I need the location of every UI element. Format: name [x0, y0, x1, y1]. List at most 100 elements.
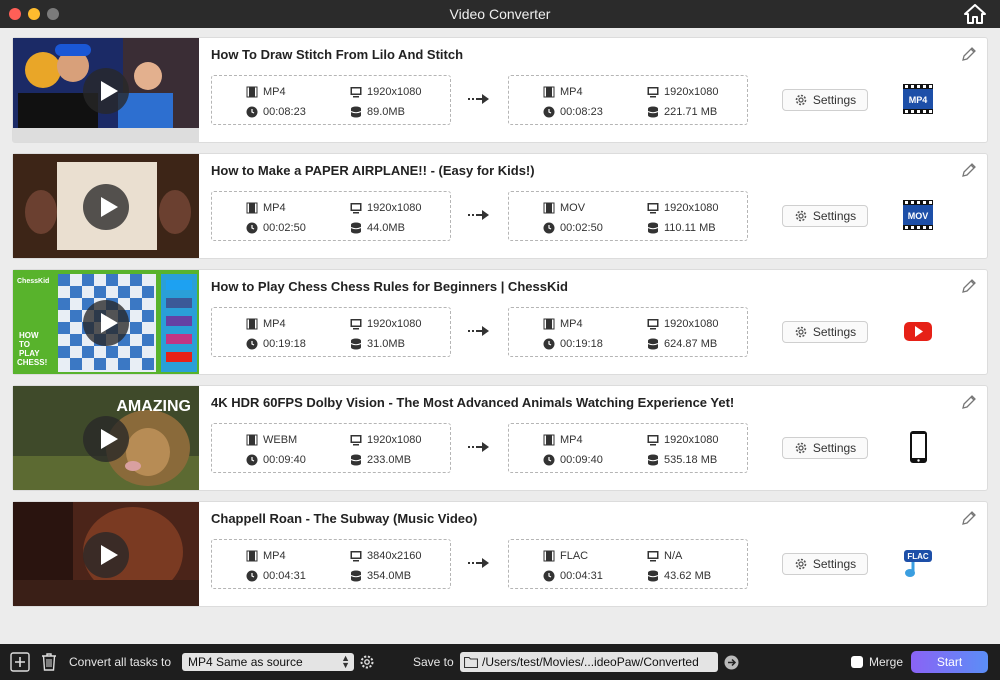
- edit-icon[interactable]: [961, 510, 977, 526]
- start-button[interactable]: Start: [911, 651, 988, 673]
- merge-checkbox[interactable]: [851, 656, 863, 668]
- save-path-field[interactable]: /Users/test/Movies/...ideoPaw/Converted: [460, 652, 718, 672]
- convert-arrow-icon: [468, 94, 489, 104]
- output-info-box[interactable]: MP4 00:09:40 1920x1080 535.18 MB: [508, 423, 748, 473]
- clock-icon: [246, 222, 258, 234]
- source-duration: 00:19:18: [246, 338, 306, 350]
- source-duration: 00:04:31: [246, 570, 306, 582]
- video-thumbnail[interactable]: [13, 502, 199, 606]
- source-resolution: 1920x1080: [350, 86, 421, 98]
- source-info-box: MP4 00:19:18 1920x1080 31.0MB: [211, 307, 451, 357]
- clock-icon: [543, 570, 555, 582]
- video-title: How to Play Chess Chess Rules for Beginn…: [211, 279, 568, 294]
- task-card: How to Make a PAPER AIRPLANE!! - (Easy f…: [12, 153, 988, 259]
- gear-icon[interactable]: [359, 654, 375, 670]
- video-thumbnail[interactable]: [13, 154, 199, 258]
- convert-format-select[interactable]: MP4 Same as source ▲ ▼: [182, 653, 354, 671]
- convert-arrow-icon: [468, 326, 489, 336]
- svg-text:ChessKid: ChessKid: [17, 278, 49, 285]
- phone-icon[interactable]: [901, 430, 935, 464]
- source-size: 233.0MB: [350, 454, 411, 466]
- mp4-format-icon[interactable]: MP4: [901, 82, 935, 116]
- svg-text:MOV: MOV: [908, 211, 929, 221]
- database-icon: [350, 106, 362, 118]
- gear-icon: [795, 558, 807, 570]
- source-format: MP4: [246, 86, 286, 98]
- source-resolution: 1920x1080: [350, 318, 421, 330]
- monitor-icon: [350, 551, 362, 562]
- settings-button[interactable]: Settings: [782, 321, 868, 343]
- save-to-label: Save to: [413, 655, 454, 669]
- output-resolution: 1920x1080: [647, 86, 718, 98]
- bottom-toolbar: Convert all tasks to MP4 Same as source …: [0, 644, 1000, 680]
- settings-button[interactable]: Settings: [782, 553, 868, 575]
- output-size: 535.18 MB: [647, 454, 717, 466]
- title-bar: Video Converter: [0, 0, 1000, 28]
- settings-button[interactable]: Settings: [782, 89, 868, 111]
- database-icon: [647, 106, 659, 118]
- settings-button[interactable]: Settings: [782, 437, 868, 459]
- video-thumbnail[interactable]: AMAZING: [13, 386, 199, 490]
- monitor-icon: [647, 551, 659, 562]
- play-button[interactable]: [83, 416, 129, 462]
- source-format: WEBM: [246, 434, 297, 446]
- database-icon: [350, 570, 362, 582]
- flac-format-icon[interactable]: FLAC: [901, 546, 935, 580]
- mov-format-icon[interactable]: MOV: [901, 198, 935, 232]
- select-arrows-icon: ▲ ▼: [341, 653, 350, 670]
- svg-text:FLAC: FLAC: [907, 552, 929, 561]
- convert-arrow-icon: [468, 210, 489, 220]
- add-file-icon[interactable]: [10, 652, 30, 672]
- video-title: How To Draw Stitch From Lilo And Stitch: [211, 47, 464, 62]
- settings-button[interactable]: Settings: [782, 205, 868, 227]
- video-thumbnail[interactable]: [13, 38, 199, 142]
- source-size: 354.0MB: [350, 570, 411, 582]
- output-duration: 00:09:40: [543, 454, 603, 466]
- output-resolution: 1920x1080: [647, 318, 718, 330]
- output-info-box[interactable]: MOV 00:02:50 1920x1080 110.11 MB: [508, 191, 748, 241]
- source-info-box: WEBM 00:09:40 1920x1080 233.0MB: [211, 423, 451, 473]
- film-icon: [246, 434, 258, 446]
- home-icon[interactable]: [964, 4, 986, 24]
- edit-icon[interactable]: [961, 278, 977, 294]
- output-resolution: N/A: [647, 550, 682, 562]
- convert-all-label: Convert all tasks to: [69, 655, 172, 669]
- task-card: AMAZING 4K HDR 60FPS Dolby Vision - The …: [12, 385, 988, 491]
- clock-icon: [543, 338, 555, 350]
- output-info-box[interactable]: MP4 00:19:18 1920x1080 624.87 MB: [508, 307, 748, 357]
- monitor-icon: [350, 203, 362, 214]
- task-card: Chappell Roan - The Subway (Music Video)…: [12, 501, 988, 607]
- edit-icon[interactable]: [961, 46, 977, 62]
- output-size: 624.87 MB: [647, 338, 717, 350]
- source-size: 89.0MB: [350, 106, 405, 118]
- edit-icon[interactable]: [961, 394, 977, 410]
- edit-icon[interactable]: [961, 162, 977, 178]
- source-format: MP4: [246, 550, 286, 562]
- play-button[interactable]: [83, 68, 129, 114]
- video-thumbnail[interactable]: ChessKid HOW TO PLAY CHESS!: [13, 270, 199, 374]
- source-resolution: 1920x1080: [350, 434, 421, 446]
- source-duration: 00:09:40: [246, 454, 306, 466]
- film-icon: [543, 318, 555, 330]
- output-info-box[interactable]: MP4 00:08:23 1920x1080 221.71 MB: [508, 75, 748, 125]
- arrow-right-circle-icon[interactable]: [724, 655, 739, 670]
- play-button[interactable]: [83, 300, 129, 346]
- output-info-box[interactable]: FLAC 00:04:31 N/A 43.62 MB: [508, 539, 748, 589]
- database-icon: [647, 338, 659, 350]
- play-button[interactable]: [83, 184, 129, 230]
- output-size: 43.62 MB: [647, 570, 711, 582]
- output-format: MOV: [543, 202, 585, 214]
- svg-text:MP4: MP4: [909, 95, 928, 105]
- trash-icon[interactable]: [39, 652, 59, 672]
- film-icon: [543, 86, 555, 98]
- youtube-icon[interactable]: [901, 314, 935, 348]
- monitor-icon: [647, 319, 659, 330]
- video-title: How to Make a PAPER AIRPLANE!! - (Easy f…: [211, 163, 535, 178]
- task-card: ChessKid HOW TO PLAY CHESS! How to Play Che…: [12, 269, 988, 375]
- svg-text:AMAZING: AMAZING: [116, 398, 191, 415]
- output-resolution: 1920x1080: [647, 202, 718, 214]
- play-button[interactable]: [83, 532, 129, 578]
- source-size: 31.0MB: [350, 338, 405, 350]
- source-info-box: MP4 00:02:50 1920x1080 44.0MB: [211, 191, 451, 241]
- source-duration: 00:02:50: [246, 222, 306, 234]
